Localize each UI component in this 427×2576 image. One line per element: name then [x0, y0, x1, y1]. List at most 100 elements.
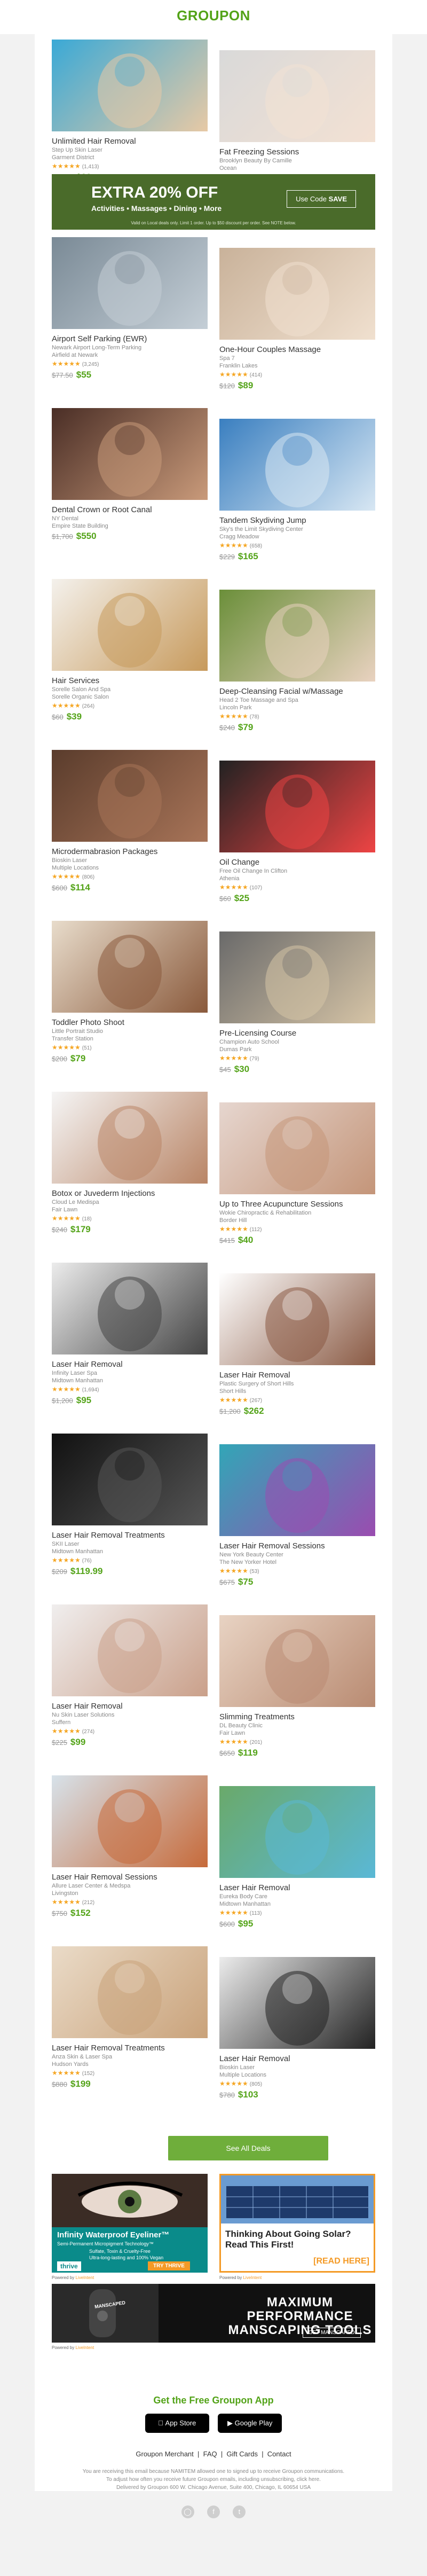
deal-image[interactable]: [219, 931, 375, 1023]
deal-price: $45 $30: [219, 1064, 375, 1075]
twitter-icon[interactable]: t: [233, 2505, 246, 2518]
deal-title[interactable]: Pre-Licensing Course: [219, 1029, 375, 1038]
deal-image[interactable]: [219, 1444, 375, 1536]
deal-title[interactable]: Deep-Cleansing Facial w/Massage: [219, 687, 375, 696]
manscaped-ad[interactable]: MANSCAPED MAXIMUM PERFORMANCE MANSCAPING…: [52, 2284, 375, 2343]
deal-card[interactable]: Laser Hair Removal Nu Skin Laser Solution…: [52, 1604, 208, 1748]
deal-title[interactable]: Oil Change: [219, 858, 375, 867]
read-here-link[interactable]: [READ HERE]: [313, 2257, 369, 2266]
deal-image[interactable]: [219, 1957, 375, 2049]
footer-link-merchant[interactable]: Groupon Merchant: [136, 2450, 193, 2458]
deal-title[interactable]: Fat Freezing Sessions: [219, 147, 375, 157]
deal-card[interactable]: Laser Hair Removal Sessions New York Beau…: [219, 1444, 375, 1588]
deal-title[interactable]: Unlimited Hair Removal: [52, 137, 208, 146]
rating-count: (658): [249, 543, 263, 549]
deal-image[interactable]: [52, 1775, 208, 1867]
deal-image[interactable]: [52, 40, 208, 131]
original-price: $780: [219, 2091, 235, 2099]
original-price: $209: [52, 1568, 67, 1576]
deal-image[interactable]: [52, 1434, 208, 1525]
deal-card[interactable]: Laser Hair Removal Sessions Allure Laser …: [52, 1775, 208, 1919]
deal-card[interactable]: Fat Freezing Sessions Brooklyn Beauty By …: [219, 50, 375, 194]
deal-rating: ★★★★★ (51): [52, 1044, 208, 1052]
deal-image[interactable]: [52, 750, 208, 842]
deal-card[interactable]: Unlimited Hair Removal Step Up Skin Laser…: [52, 40, 208, 183]
original-price: $650: [219, 1749, 235, 1757]
deal-card[interactable]: One-Hour Couples Massage Spa 7 Franklin La…: [219, 248, 375, 392]
see-all-deals-button[interactable]: See All Deals: [168, 2136, 328, 2160]
deal-title[interactable]: Hair Services: [52, 676, 208, 686]
deal-title[interactable]: Up to Three Acupuncture Sessions: [219, 1200, 375, 1209]
deal-card[interactable]: Slimming Treatments DL Beauty Clinic Fair …: [219, 1615, 375, 1759]
deal-image[interactable]: [219, 1615, 375, 1707]
app-store-badge[interactable]:  App Store: [145, 2414, 209, 2433]
deal-image[interactable]: [52, 1263, 208, 1354]
deal-card[interactable]: Up to Three Acupuncture Sessions Wokie Ch…: [219, 1102, 375, 1246]
deal-card[interactable]: Dental Crown or Root Canal NY Dental Empir…: [52, 408, 208, 542]
deal-title[interactable]: Tandem Skydiving Jump: [219, 516, 375, 526]
deal-card[interactable]: Airport Self Parking (EWR) Newark Airport…: [52, 237, 208, 381]
deal-image[interactable]: [219, 761, 375, 852]
deal-image[interactable]: [52, 921, 208, 1013]
deal-image[interactable]: [219, 50, 375, 142]
deal-image[interactable]: [52, 1604, 208, 1696]
deal-image[interactable]: [219, 1102, 375, 1194]
deal-title[interactable]: Airport Self Parking (EWR): [52, 334, 208, 344]
deal-title[interactable]: Microdermabrasion Packages: [52, 847, 208, 857]
deal-image[interactable]: [219, 248, 375, 340]
deal-title[interactable]: Laser Hair Removal Treatments: [52, 1531, 208, 1540]
rating-count: (76): [82, 1558, 92, 1564]
eyeliner-ad[interactable]: Infinity Waterproof Eyeliner™ Semi-Perma…: [52, 2174, 208, 2273]
deal-card[interactable]: Tandem Skydiving Jump Sky's the Limit Sky…: [219, 419, 375, 562]
deal-image[interactable]: [52, 579, 208, 671]
deal-title[interactable]: Laser Hair Removal: [52, 1702, 208, 1711]
footer-link-contact[interactable]: Contact: [267, 2450, 291, 2458]
deal-title[interactable]: Laser Hair Removal: [219, 1371, 375, 1380]
try-thrive-button[interactable]: TRY THRIVE: [148, 2261, 190, 2270]
deal-location: Airfield at Newark: [52, 352, 98, 358]
groupon-logo[interactable]: GROUPON: [177, 7, 250, 24]
promo-banner[interactable]: EXTRA 20% OFF Activities • Massages • Di…: [52, 174, 375, 230]
deal-image[interactable]: [52, 1092, 208, 1184]
deal-card[interactable]: Laser Hair Removal Infinity Laser Spa Midt…: [52, 1263, 208, 1406]
deal-image[interactable]: [219, 590, 375, 682]
solar-ad[interactable]: Thinking About Going Solar? Read This Fi…: [219, 2174, 375, 2273]
deal-card[interactable]: Pre-Licensing Course Champion Auto School…: [219, 931, 375, 1075]
deal-title[interactable]: Laser Hair Removal: [219, 1883, 375, 1893]
deal-title[interactable]: Dental Crown or Root Canal: [52, 505, 208, 515]
deal-card[interactable]: Oil Change Free Oil Change In Clifton Athe…: [219, 761, 375, 904]
deal-card[interactable]: Botox or Juvederm Injections Cloud Le Med…: [52, 1092, 208, 1235]
deal-title[interactable]: Laser Hair Removal: [219, 2054, 375, 2064]
deal-title[interactable]: Laser Hair Removal Sessions: [52, 1873, 208, 1882]
deal-card[interactable]: Toddler Photo Shoot Little Portrait Studi…: [52, 921, 208, 1064]
deal-merchant: Champion Auto School: [219, 1039, 279, 1045]
deal-image[interactable]: [219, 1786, 375, 1878]
deal-title[interactable]: Slimming Treatments: [219, 1712, 375, 1722]
deal-card[interactable]: Laser Hair Removal Bioskin Laser Multiple …: [219, 1957, 375, 2101]
deal-card[interactable]: Laser Hair Removal Eureka Body Care Midtow…: [219, 1786, 375, 1930]
deal-card[interactable]: Hair Services Sorelle Salon And Spa Sorell…: [52, 579, 208, 723]
deal-image[interactable]: [52, 1946, 208, 2038]
deal-title[interactable]: Botox or Juvederm Injections: [52, 1189, 208, 1199]
deal-title[interactable]: Toddler Photo Shoot: [52, 1018, 208, 1028]
google-play-badge[interactable]: ▶ Google Play: [218, 2414, 282, 2433]
facebook-icon[interactable]: f: [207, 2505, 220, 2518]
deal-card[interactable]: Laser Hair Removal Treatments Anza Skin &…: [52, 1946, 208, 2090]
deal-image[interactable]: [52, 237, 208, 329]
deal-title[interactable]: Laser Hair Removal Sessions: [219, 1541, 375, 1551]
deal-card[interactable]: Microdermabrasion Packages Bioskin Laser M…: [52, 750, 208, 894]
footer-link-gift-cards[interactable]: Gift Cards: [226, 2450, 258, 2458]
deal-title[interactable]: Laser Hair Removal Treatments: [52, 2043, 208, 2053]
deal-title[interactable]: One-Hour Couples Massage: [219, 345, 375, 355]
deal-card[interactable]: Deep-Cleansing Facial w/Massage Head 2 To…: [219, 590, 375, 733]
deal-image[interactable]: [219, 1273, 375, 1365]
deal-card[interactable]: Laser Hair Removal Plastic Surgery of Sho…: [219, 1273, 375, 1417]
get-manscaped-button[interactable]: GET MANSCAPED: [303, 2328, 361, 2338]
deal-card[interactable]: Laser Hair Removal Treatments SKII Laser M…: [52, 1434, 208, 1577]
deal-image[interactable]: [219, 419, 375, 511]
footer-link-faq[interactable]: FAQ: [203, 2450, 217, 2458]
deal-title[interactable]: Laser Hair Removal: [52, 1360, 208, 1369]
instagram-icon[interactable]: ◯: [181, 2505, 194, 2518]
rating-count: (414): [249, 372, 263, 378]
deal-image[interactable]: [52, 408, 208, 500]
